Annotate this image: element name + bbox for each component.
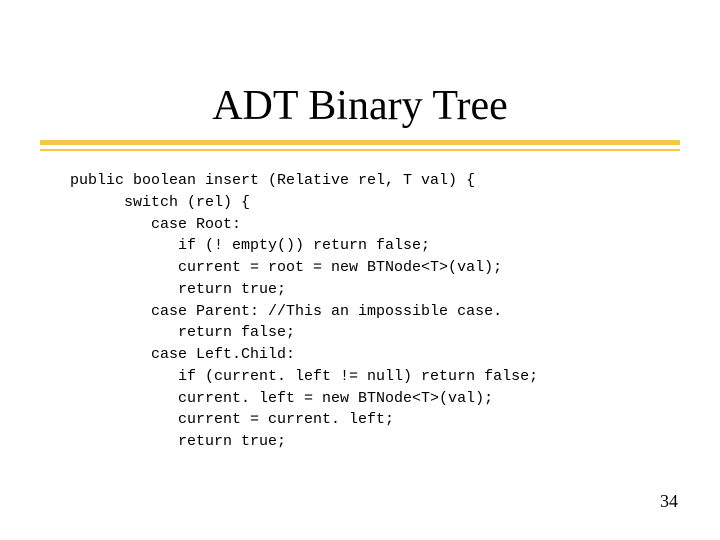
slide: ADT Binary Tree public boolean insert (R…: [0, 0, 720, 540]
page-number: 34: [660, 491, 678, 512]
underline-thick: [40, 140, 680, 145]
underline-thin: [40, 149, 680, 151]
title-underline: [40, 140, 680, 154]
code-block: public boolean insert (Relative rel, T v…: [70, 170, 538, 453]
slide-title: ADT Binary Tree: [0, 82, 720, 130]
